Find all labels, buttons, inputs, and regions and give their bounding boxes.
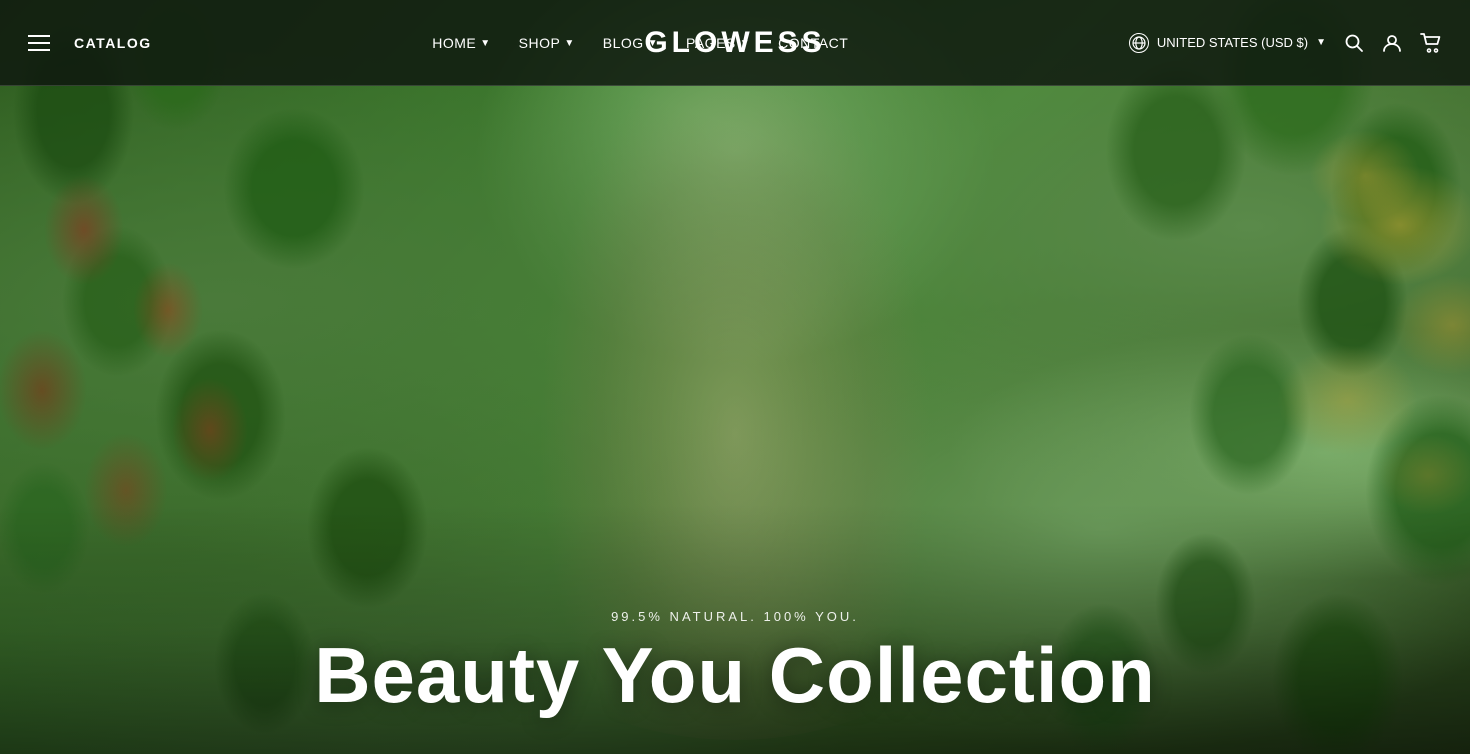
globe-icon	[1129, 33, 1149, 53]
site-logo[interactable]: GLOWESS	[644, 26, 825, 60]
hamburger-menu-icon[interactable]	[28, 35, 50, 51]
header-right: UNITED STATES (USD $) ▼	[1129, 33, 1442, 53]
hero-tagline: 99.5% NATURAL. 100% YOU.	[0, 609, 1470, 624]
nav-shop[interactable]: SHOP ▼	[519, 35, 575, 51]
hero-section: 99.5% NATURAL. 100% YOU. Beauty You Coll…	[0, 0, 1470, 754]
cart-button[interactable]	[1420, 33, 1442, 53]
hero-title: Beauty You Collection	[0, 636, 1470, 714]
currency-selector[interactable]: UNITED STATES (USD $) ▼	[1129, 33, 1326, 53]
header-left: CATALOG	[28, 35, 152, 51]
autumn-leaves-left	[0, 150, 280, 550]
account-button[interactable]	[1382, 33, 1402, 53]
nav-home[interactable]: HOME ▼	[432, 35, 490, 51]
chevron-down-icon: ▼	[480, 38, 490, 49]
search-button[interactable]	[1344, 33, 1364, 53]
hero-content: 99.5% NATURAL. 100% YOU. Beauty You Coll…	[0, 609, 1470, 714]
chevron-down-icon: ▼	[1316, 37, 1326, 48]
currency-label: UNITED STATES (USD $)	[1157, 35, 1308, 50]
chevron-down-icon: ▼	[564, 38, 574, 49]
catalog-link[interactable]: CATALOG	[74, 35, 152, 51]
header: CATALOG HOME ▼ SHOP ▼ BLOG ▼ PAGES ▼ CON…	[0, 0, 1470, 86]
